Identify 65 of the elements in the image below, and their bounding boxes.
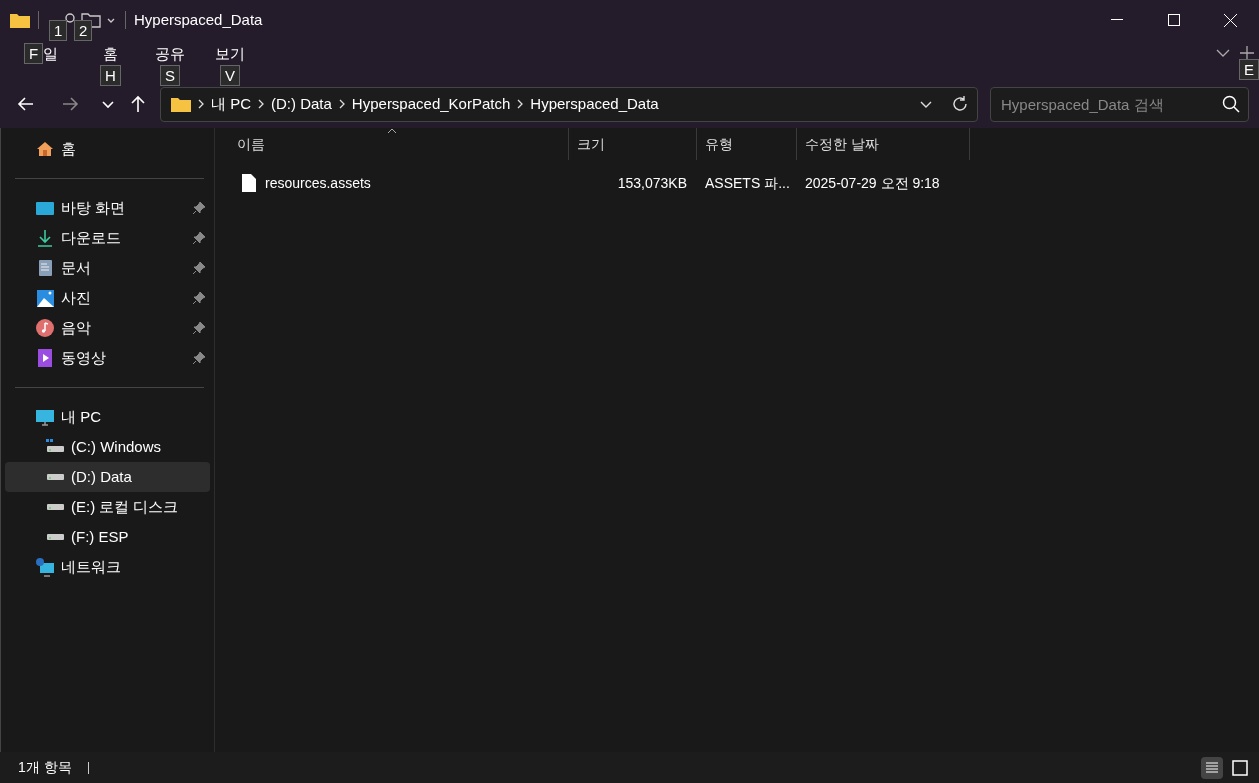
search-field[interactable]: Hyperspaced_Data 검색	[990, 86, 1249, 122]
minimize-icon	[1110, 19, 1123, 21]
chevron-right-icon	[337, 99, 346, 109]
list-icon	[1205, 760, 1219, 775]
folder-icon	[171, 96, 191, 112]
video-icon	[35, 348, 55, 368]
keytip-tooltip: H	[100, 65, 121, 86]
picture-icon	[35, 288, 55, 308]
sidebar-item[interactable]: 내 PC	[5, 402, 210, 432]
sidebar-item[interactable]: 바탕 화면	[5, 193, 210, 223]
monitor-icon	[35, 407, 55, 427]
keytip-tooltip: S	[160, 65, 180, 86]
breadcrumb-item[interactable]: 내 PC	[211, 92, 251, 116]
sidebar-item[interactable]: 다운로드	[5, 223, 210, 253]
search-icon[interactable]	[1222, 94, 1240, 113]
breadcrumb-item[interactable]: Hyperspaced_KorPatch	[351, 92, 511, 116]
sidebar-item[interactable]: 음악	[5, 313, 210, 343]
close-icon	[1224, 13, 1237, 27]
file-icon	[241, 173, 257, 193]
network-icon	[35, 557, 55, 577]
new-folder-icon[interactable]	[81, 12, 101, 28]
menu-tab[interactable]: 홈	[98, 43, 122, 66]
plus-icon[interactable]	[1239, 45, 1255, 61]
square-icon	[1232, 759, 1248, 776]
breadcrumb-item[interactable]: (D:) Data	[271, 92, 332, 116]
sidebar-item[interactable]: (E:) 로컬 디스크	[5, 492, 210, 522]
breadcrumb-item[interactable]: Hyperspaced_Data	[530, 92, 659, 116]
sidebar-item[interactable]: (D:) Data	[5, 462, 210, 492]
file-date: 2025-07-29 오전 9:18	[805, 174, 940, 191]
details-view-button[interactable]	[1201, 756, 1223, 779]
column-header[interactable]: 크기	[569, 133, 605, 155]
address-bar[interactable]: 내 PC (D:) Data Hyperspaced_KorPatch Hyperspaced_Data	[160, 86, 978, 122]
keytip-tooltip: V	[220, 65, 240, 86]
sidebar-item[interactable]: 동영상	[5, 343, 210, 373]
column-header[interactable]: 수정한 날짜	[797, 133, 879, 155]
sidebar-item[interactable]: (F:) ESP	[5, 522, 210, 552]
keytip-tooltip: F	[24, 43, 44, 64]
sort-caret-icon	[387, 128, 397, 134]
chevron-right-icon	[197, 99, 205, 109]
sidebar-item[interactable]: 홈	[5, 134, 210, 164]
refresh-icon[interactable]	[951, 95, 969, 113]
chevron-right-icon	[516, 99, 525, 109]
download-icon	[35, 228, 55, 248]
maximize-icon	[1167, 14, 1180, 26]
file-name: resources.assets	[265, 173, 371, 193]
house-icon	[35, 139, 55, 159]
keytip-tooltip: 2	[74, 20, 93, 41]
sidebar-item[interactable]: 네트워크	[5, 552, 210, 582]
file-type: ASSETS 파...	[705, 174, 790, 191]
folder-icon	[10, 12, 30, 28]
column-header[interactable]: 이름	[229, 133, 265, 155]
sidebar-item[interactable]: (C:) Windows	[5, 432, 210, 462]
music-icon	[35, 318, 55, 338]
file-size: 153,073KB	[617, 174, 687, 191]
chevron-right-icon	[257, 99, 265, 109]
window-title: Hyperspaced_Data	[134, 9, 263, 30]
menu-tab[interactable]: 공유	[151, 43, 189, 66]
sidebar-item[interactable]: 문서	[5, 253, 210, 283]
file-row[interactable]: resources.assets 153,073KB ASSETS 파... 2025-07-29 오전 9:18	[229, 168, 1259, 198]
keytip-tooltip: E	[1239, 59, 1259, 80]
keytip-tooltip: 1	[49, 20, 68, 41]
menu-tab[interactable]: 보기	[211, 43, 249, 66]
item-count: 1개 항목	[18, 758, 72, 777]
column-header[interactable]: 유형	[697, 133, 733, 155]
sidebar-item[interactable]: 사진	[5, 283, 210, 313]
